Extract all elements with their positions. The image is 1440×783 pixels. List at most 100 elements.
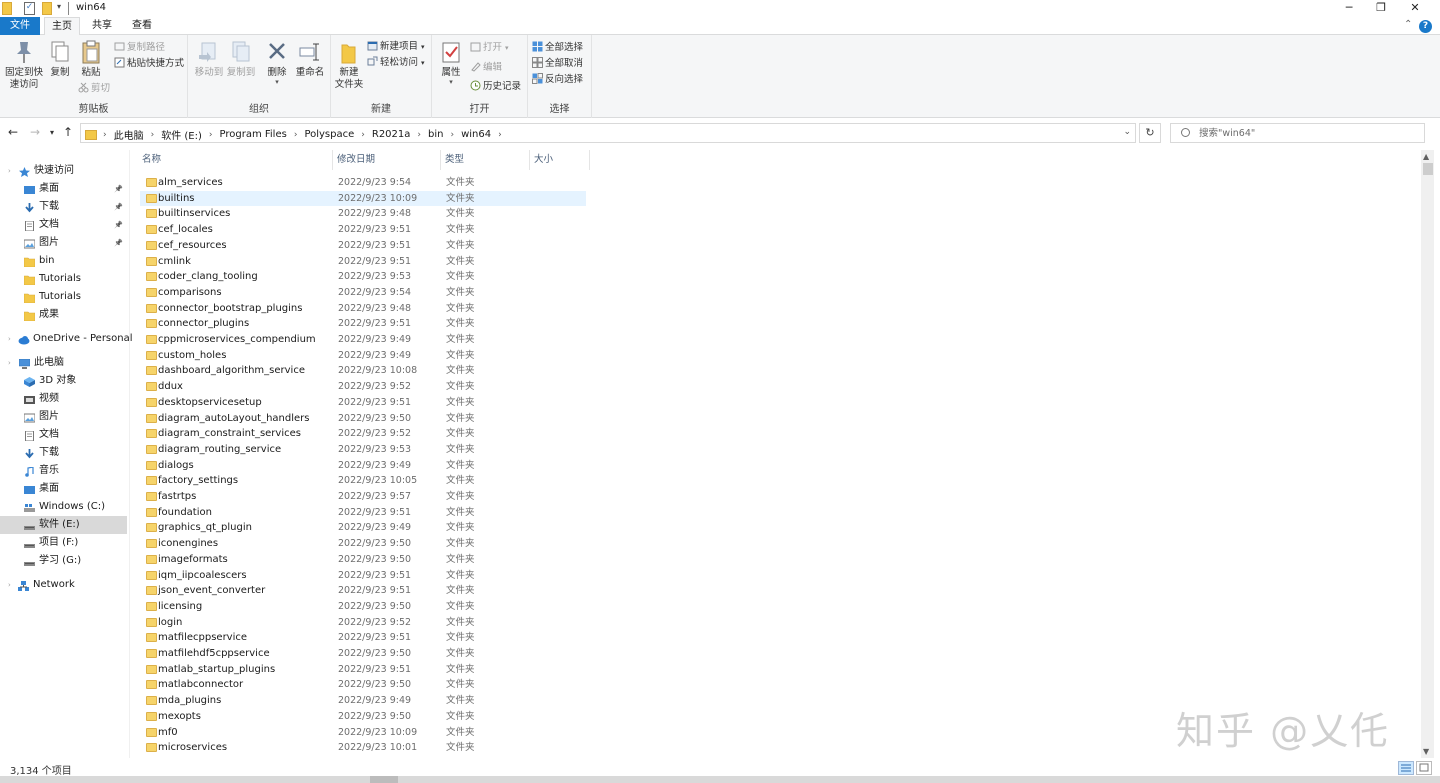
nav-pc-item-6[interactable]: 桌面 (0, 480, 127, 498)
paste-shortcut-button[interactable]: 粘贴快捷方式 (114, 57, 184, 71)
pin-icon[interactable]: 📌 (114, 234, 123, 252)
up-button[interactable]: ↑ (63, 125, 73, 139)
table-row[interactable]: imageformats 2022/9/23 9:50 文件夹 (140, 552, 588, 568)
breadcrumb-polyspace[interactable]: Polyspace (304, 129, 354, 140)
table-row[interactable]: diagram_autoLayout_handlers 2022/9/23 9:5… (140, 411, 588, 427)
move-to-button[interactable]: 移动到 (194, 39, 224, 79)
nav-recent-2[interactable]: Tutorials (0, 288, 127, 306)
forward-button[interactable]: → (30, 125, 40, 139)
paste-button[interactable]: 粘贴 (76, 39, 106, 79)
column-header-size[interactable]: 大小 (530, 150, 590, 170)
customize-quick-access-icon[interactable]: ▾ (57, 2, 61, 15)
tab-home[interactable]: 主页 (44, 17, 80, 36)
table-row[interactable]: matfilehdf5cppservice 2022/9/23 9:50 文件夹 (140, 646, 588, 662)
chevron-right-icon[interactable]: › (294, 130, 298, 140)
nav-pc-item-0[interactable]: 3D 对象 (0, 372, 127, 390)
nav-pc-item-4[interactable]: 下载 (0, 444, 127, 462)
nav-recent-3[interactable]: 成果 (0, 306, 127, 324)
expand-chevron-icon[interactable]: › (8, 162, 11, 180)
nav-recent-1[interactable]: Tutorials (0, 270, 127, 288)
expand-chevron-icon[interactable]: › (8, 330, 11, 348)
breadcrumb-drive-e[interactable]: 软件 (E:) (161, 127, 202, 142)
table-row[interactable]: iqm_iipcoalescers 2022/9/23 9:51 文件夹 (140, 568, 588, 584)
table-row[interactable]: foundation 2022/9/23 9:51 文件夹 (140, 505, 588, 521)
properties-dropdown-icon[interactable]: ▾ (438, 79, 464, 86)
table-row[interactable]: builtinservices 2022/9/23 9:48 文件夹 (140, 206, 588, 222)
chevron-right-icon[interactable]: › (450, 130, 454, 140)
scrollbar-thumb[interactable] (1423, 163, 1433, 175)
column-header-date[interactable]: 修改日期 (333, 150, 441, 170)
table-row[interactable]: connector_plugins 2022/9/23 9:51 文件夹 (140, 316, 588, 332)
tab-file[interactable]: 文件 (0, 17, 40, 35)
chevron-down-icon[interactable]: ⌄ (1123, 127, 1131, 137)
table-row[interactable]: iconengines 2022/9/23 9:50 文件夹 (140, 536, 588, 552)
nav-network[interactable]: › Network (0, 576, 127, 594)
pin-icon[interactable]: 📌 (114, 180, 123, 198)
nav-quick-access[interactable]: › 快速访问 (0, 162, 127, 180)
delete-button[interactable]: 删除 ▾ (264, 39, 290, 86)
nav-pc-item-9[interactable]: 项目 (F:) (0, 534, 127, 552)
details-view-button[interactable] (1398, 761, 1414, 775)
copy-to-button[interactable]: 复制到 (226, 39, 256, 79)
chevron-right-icon[interactable]: › (498, 130, 502, 140)
table-row[interactable]: dialogs 2022/9/23 9:49 文件夹 (140, 458, 588, 474)
copy-button[interactable]: 复制 (46, 39, 74, 79)
search-input[interactable] (1199, 126, 1419, 140)
collapse-ribbon-icon[interactable]: ⌃ (1404, 19, 1412, 30)
table-row[interactable]: cppmicroservices_compendium 2022/9/23 9:4… (140, 332, 588, 348)
expand-chevron-icon[interactable]: › (8, 576, 11, 594)
table-row[interactable]: factory_settings 2022/9/23 10:05 文件夹 (140, 473, 588, 489)
rename-button[interactable]: 重命名 (294, 39, 326, 79)
cut-button[interactable]: 剪切 (78, 82, 110, 96)
select-all-button[interactable]: 全部选择 (532, 41, 583, 55)
nav-pinned-2[interactable]: 文档 📌 (0, 216, 127, 234)
scroll-down-icon[interactable]: ▼ (1423, 747, 1429, 756)
chevron-right-icon[interactable]: › (417, 130, 421, 140)
table-row[interactable]: matlab_startup_plugins 2022/9/23 9:51 文件夹 (140, 662, 588, 678)
table-row[interactable]: cef_resources 2022/9/23 9:51 文件夹 (140, 238, 588, 254)
help-icon[interactable]: ? (1419, 20, 1432, 33)
nav-pc-item-3[interactable]: 文档 (0, 426, 127, 444)
new-folder-quick-icon[interactable] (42, 2, 52, 15)
table-row[interactable]: licensing 2022/9/23 9:50 文件夹 (140, 599, 588, 615)
nav-pinned-1[interactable]: 下载 📌 (0, 198, 127, 216)
nav-this-pc[interactable]: › 此电脑 (0, 354, 127, 372)
chevron-right-icon[interactable]: › (151, 130, 155, 140)
table-row[interactable]: diagram_routing_service 2022/9/23 9:53 文件夹 (140, 442, 588, 458)
properties-quick-icon[interactable]: ✓ (24, 2, 35, 15)
edit-button[interactable]: 编辑 (470, 61, 502, 75)
minimize-button[interactable]: ─ (1332, 0, 1366, 17)
recent-locations-icon[interactable]: ▾ (50, 128, 54, 137)
nav-pc-item-1[interactable]: 视频 (0, 390, 127, 408)
table-row[interactable]: ddux 2022/9/23 9:52 文件夹 (140, 379, 588, 395)
refresh-button[interactable]: ↻ (1139, 123, 1161, 143)
nav-onedrive[interactable]: › OneDrive - Personal (0, 330, 133, 348)
table-row[interactable]: mexopts 2022/9/23 9:50 文件夹 (140, 709, 588, 725)
nav-pc-item-10[interactable]: 学习 (G:) (0, 552, 127, 570)
table-row[interactable]: cef_locales 2022/9/23 9:51 文件夹 (140, 222, 588, 238)
breadcrumb-r2021a[interactable]: R2021a (372, 129, 411, 140)
table-row[interactable]: custom_holes 2022/9/23 9:49 文件夹 (140, 348, 588, 364)
maximize-button[interactable]: ❐ (1364, 0, 1398, 17)
address-bar[interactable]: › 此电脑 › 软件 (E:) › Program Files › Polysp… (80, 123, 1136, 143)
table-row[interactable]: matlabconnector 2022/9/23 9:50 文件夹 (140, 677, 588, 693)
table-row[interactable]: login 2022/9/23 9:52 文件夹 (140, 615, 588, 631)
history-button[interactable]: 历史记录 (470, 80, 521, 94)
table-row[interactable]: microservices 2022/9/23 10:01 文件夹 (140, 740, 588, 756)
copy-path-button[interactable]: 复制路径 (114, 41, 165, 55)
nav-recent-0[interactable]: bin (0, 252, 127, 270)
delete-dropdown-icon[interactable]: ▾ (264, 79, 290, 86)
expand-chevron-icon[interactable]: › (8, 354, 11, 372)
chevron-right-icon[interactable]: › (209, 130, 213, 140)
invert-selection-button[interactable]: 反向选择 (532, 73, 583, 87)
large-icons-view-button[interactable] (1416, 761, 1432, 775)
table-row[interactable]: fastrtps 2022/9/23 9:57 文件夹 (140, 489, 588, 505)
table-row[interactable]: graphics_qt_plugin 2022/9/23 9:49 文件夹 (140, 520, 588, 536)
nav-pc-item-7[interactable]: Windows (C:) (0, 498, 127, 516)
folder-icon[interactable] (2, 2, 12, 15)
breadcrumb-this-pc[interactable]: 此电脑 (114, 127, 144, 142)
properties-button[interactable]: 属性 ▾ (438, 39, 464, 86)
back-button[interactable]: ← (8, 125, 18, 139)
pin-icon[interactable]: 📌 (114, 216, 123, 234)
easy-access-button[interactable]: 轻松访问 ▾ (367, 56, 425, 70)
